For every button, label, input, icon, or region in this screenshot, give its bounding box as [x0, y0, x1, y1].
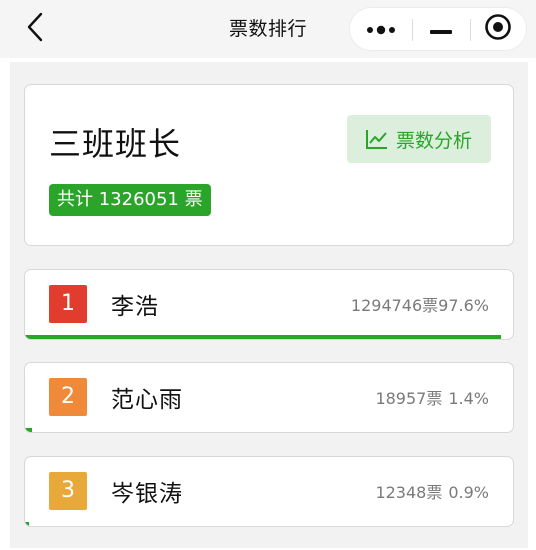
navigation-bar: 票数排行: [0, 0, 536, 58]
rank-badge: 1: [49, 285, 87, 323]
vote-count: 12348票: [375, 483, 443, 502]
more-button[interactable]: [350, 8, 412, 50]
vote-percent: 97.6%: [438, 296, 489, 315]
candidate-name: 范心雨: [111, 387, 183, 413]
vote-count: 1294746票: [350, 296, 439, 315]
target-close-icon: [484, 13, 512, 45]
vote-stats: 1294746票97.6%: [351, 292, 489, 316]
candidate-name: 李浩: [111, 294, 159, 320]
close-button[interactable]: [470, 8, 526, 50]
poll-title: 三班班长: [49, 125, 182, 163]
vote-progress-bar: [25, 522, 513, 526]
vote-analysis-label: 票数分析: [395, 129, 472, 152]
vote-progress-fill: [25, 522, 29, 526]
poll-summary-card: 三班班长 共计 1326051 票 票数分析: [24, 84, 514, 246]
vote-stats: 12348票 0.9%: [375, 479, 489, 503]
vote-progress-bar: [25, 428, 513, 432]
ranking-row[interactable]: 3 岑银涛 12348票 0.9%: [24, 456, 514, 527]
minimize-button[interactable]: [412, 8, 470, 50]
line-chart-icon: [365, 129, 388, 149]
vote-count: 18957票: [375, 389, 443, 408]
vote-progress-fill: [25, 428, 32, 432]
total-votes-badge: 共计 1326051 票: [49, 184, 211, 216]
vote-percent: 1.4%: [448, 389, 489, 408]
menu-capsule: [349, 7, 527, 51]
vote-stats: 18957票 1.4%: [375, 385, 489, 409]
ranking-row[interactable]: 2 范心雨 18957票 1.4%: [24, 362, 514, 433]
candidate-name: 岑银涛: [111, 481, 183, 507]
vote-progress-bar: [25, 335, 513, 339]
more-dots-icon: [366, 20, 396, 39]
minimize-icon: [430, 20, 452, 39]
vote-progress-fill: [25, 335, 501, 339]
rank-badge: 3: [49, 472, 87, 510]
ranking-row[interactable]: 1 李浩 1294746票97.6%: [24, 269, 514, 340]
vote-analysis-button[interactable]: 票数分析: [347, 115, 491, 163]
page-content: 三班班长 共计 1326051 票 票数分析 1 李浩 1294746票97.6…: [10, 62, 528, 548]
rank-badge: 2: [49, 378, 87, 416]
vote-percent: 0.9%: [448, 483, 489, 502]
